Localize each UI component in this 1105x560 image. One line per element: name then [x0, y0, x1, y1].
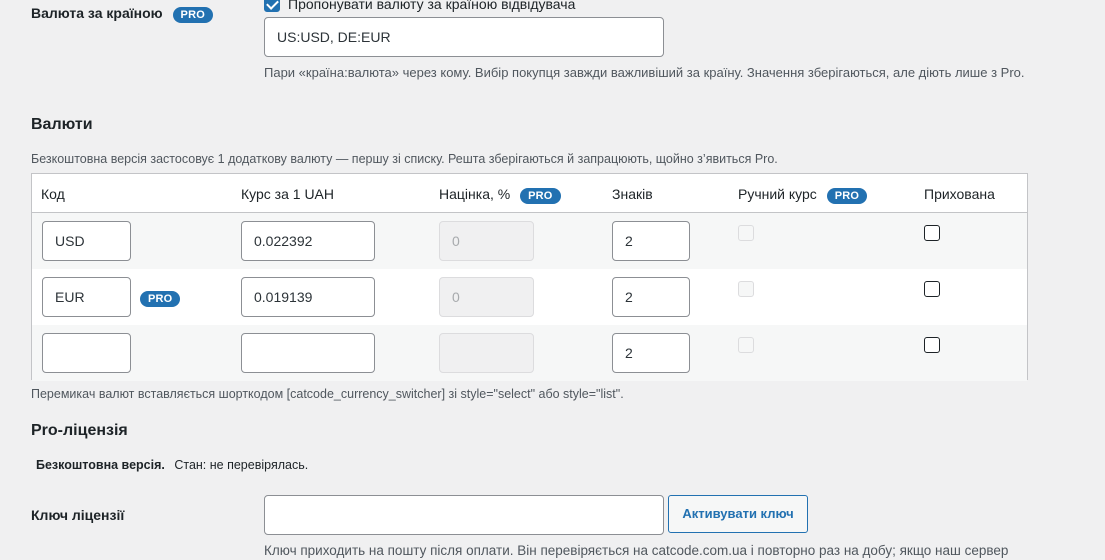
- activate-key-button[interactable]: Активувати ключ: [668, 495, 808, 533]
- currency-rate-input[interactable]: [241, 333, 375, 373]
- license-status: Безкоштовна версія. Стан: не перевірялас…: [36, 458, 309, 472]
- currency-code-input[interactable]: EUR: [42, 277, 131, 317]
- hidden-checkbox[interactable]: [924, 337, 940, 353]
- currencies-note: Безкоштовна версія застосовує 1 додатков…: [31, 152, 778, 166]
- column-header-hidden: Прихована: [924, 186, 995, 202]
- hidden-checkbox[interactable]: [924, 281, 940, 297]
- country-currency-description: Пари «країна:валюта» через кому. Вибір п…: [264, 65, 1025, 80]
- license-description: Ключ приходить на пошту після оплати. Ві…: [264, 543, 1009, 558]
- country-currency-label: Валюта за країною PRO: [31, 5, 213, 23]
- country-currency-pairs-input[interactable]: US:USD, DE:EUR: [264, 17, 664, 57]
- license-key-input[interactable]: [264, 495, 664, 535]
- pro-badge: PRO: [172, 7, 213, 23]
- pro-badge: PRO: [140, 291, 181, 307]
- manual-rate-checkbox: [738, 337, 754, 353]
- license-heading: Pro-ліцензія: [31, 422, 128, 439]
- pro-badge: PRO: [520, 188, 561, 204]
- currency-markup-input: 0: [439, 277, 534, 317]
- country-currency-checkbox-label: Пропонувати валюту за країною відвідувач…: [288, 0, 576, 12]
- currency-markup-input: 0: [439, 221, 534, 261]
- country-currency-checkbox[interactable]: [264, 0, 280, 12]
- currency-decimals-input[interactable]: 2: [612, 277, 690, 317]
- column-header-markup: Націнка, % PRO: [439, 186, 561, 204]
- pro-badge: PRO: [826, 188, 868, 204]
- column-header-code: Код: [41, 186, 65, 202]
- manual-rate-checkbox: [738, 281, 754, 297]
- currency-rate-input[interactable]: 0.019139: [241, 277, 375, 317]
- hidden-checkbox[interactable]: [924, 225, 940, 241]
- currency-decimals-input[interactable]: 2: [612, 221, 690, 261]
- currency-markup-input: [439, 333, 534, 373]
- currency-code-input[interactable]: [42, 333, 131, 373]
- switcher-shortcode-note: Перемикач валют вставляється шорткодом […: [31, 387, 624, 401]
- license-key-label: Ключ ліцензії: [31, 507, 125, 523]
- currency-decimals-input[interactable]: 2: [612, 333, 690, 373]
- column-header-manual-rate: Ручний курс PRO: [738, 186, 868, 204]
- manual-rate-checkbox: [738, 225, 754, 241]
- currencies-table: Код Курс за 1 UAH Націнка, % PRO Знаків …: [31, 173, 1028, 381]
- currencies-heading: Валюти: [31, 116, 93, 133]
- column-header-decimals: Знаків: [612, 186, 653, 202]
- column-header-rate: Курс за 1 UAH: [241, 186, 335, 202]
- currency-code-input[interactable]: USD: [42, 221, 131, 261]
- currency-rate-input[interactable]: 0.022392: [241, 221, 375, 261]
